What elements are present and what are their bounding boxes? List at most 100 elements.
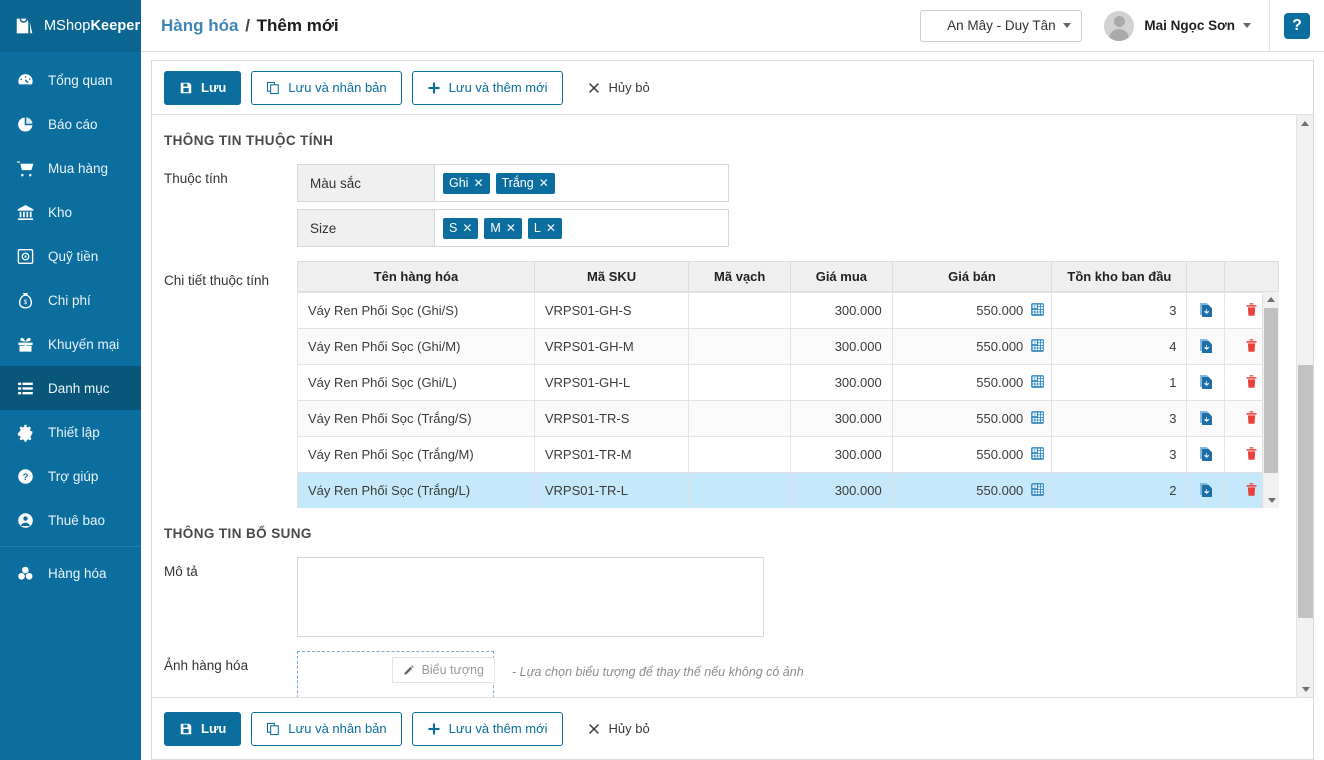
sidebar-item-bao-cao[interactable]: Báo cáo: [0, 102, 141, 146]
tag-remove-icon[interactable]: ✕: [539, 176, 549, 190]
product-image-dropzone[interactable]: Biểu tượng: [297, 651, 495, 697]
calculator-icon[interactable]: $: [1030, 446, 1045, 464]
pie-chart-icon: [14, 113, 36, 135]
breadcrumb-parent-link[interactable]: Hàng hóa: [161, 16, 238, 35]
tag-remove-icon[interactable]: ✕: [473, 176, 483, 190]
document-download-icon[interactable]: [1198, 375, 1214, 392]
sidebar-item-mua-hang[interactable]: Mua hàng: [0, 146, 141, 190]
cancel-button-bottom[interactable]: Hủy bỏ: [573, 712, 664, 746]
cell-detail-action[interactable]: [1186, 400, 1226, 437]
calculator-icon[interactable]: $: [1030, 338, 1045, 356]
cell-detail-action[interactable]: [1186, 328, 1226, 365]
app-window: MShopKeeper Tổng quan Báo cáo Mua hàng K…: [0, 0, 1324, 760]
table-row[interactable]: Váy Ren Phối Sọc (Trắng/S) VRPS01-TR-S 3…: [297, 400, 1279, 437]
page-scroll-up-arrow-icon[interactable]: [1297, 115, 1313, 131]
cancel-button[interactable]: Hủy bỏ: [573, 71, 664, 105]
calculator-icon[interactable]: $: [1030, 482, 1045, 500]
sidebar-item-quy-tien[interactable]: Quỹ tiền: [0, 234, 141, 278]
cell-detail-action[interactable]: [1186, 472, 1226, 508]
page-scrollbar-thumb[interactable]: [1298, 365, 1313, 618]
tag-chip[interactable]: S ✕: [443, 217, 479, 239]
copy-icon: [267, 81, 280, 94]
trash-icon[interactable]: [1244, 410, 1259, 428]
help-button[interactable]: ?: [1284, 12, 1310, 39]
cell-sell-price: 550.000 $: [891, 472, 1053, 508]
sidebar-item-tro-giup[interactable]: ? Trợ giúp: [0, 454, 141, 498]
table-row[interactable]: Váy Ren Phối Sọc (Ghi/M) VRPS01-GH-M 300…: [297, 328, 1279, 365]
document-download-icon[interactable]: [1198, 483, 1214, 500]
page-scroll-down-arrow-icon[interactable]: [1297, 681, 1313, 697]
sidebar-item-thue-bao[interactable]: Thuê bao: [0, 498, 141, 542]
cell-detail-action[interactable]: [1186, 436, 1226, 473]
cell-name: Váy Ren Phối Sọc (Ghi/L): [297, 364, 535, 401]
scroll-down-arrow-icon[interactable]: [1263, 493, 1280, 508]
table-row[interactable]: Váy Ren Phối Sọc (Ghi/S) VRPS01-GH-S 300…: [297, 292, 1279, 329]
table-row[interactable]: Váy Ren Phối Sọc (Trắng/L) VRPS01-TR-L 3…: [297, 472, 1279, 508]
sidebar-item-tong-quan[interactable]: Tổng quan: [0, 58, 141, 102]
document-download-icon[interactable]: [1198, 303, 1214, 320]
document-download-icon[interactable]: [1198, 411, 1214, 428]
tag-remove-icon[interactable]: ✕: [462, 221, 472, 235]
col-header-buy-price: Giá mua: [790, 261, 893, 292]
save-new-button-bottom[interactable]: Lưu và thêm mới: [411, 711, 563, 746]
money-bag-icon: $: [14, 289, 36, 311]
trash-icon[interactable]: [1244, 338, 1259, 356]
sidebar-item-chi-phi[interactable]: $ Chi phí: [0, 278, 141, 322]
table-vertical-scrollbar[interactable]: [1262, 292, 1279, 508]
attribute-values-size[interactable]: S ✕ M ✕ L ✕: [435, 210, 728, 246]
sidebar-item-danh-muc[interactable]: Danh mục: [0, 366, 141, 410]
sidebar-item-thiet-lap[interactable]: Thiết lập: [0, 410, 141, 454]
document-download-icon[interactable]: [1198, 339, 1214, 356]
sidebar-item-label: Thuê bao: [48, 512, 106, 528]
description-input[interactable]: [297, 557, 764, 637]
cell-detail-action[interactable]: [1186, 292, 1226, 329]
trash-icon[interactable]: [1244, 446, 1259, 464]
save-button[interactable]: Lưu: [164, 70, 242, 105]
document-download-icon[interactable]: [1198, 447, 1214, 464]
scroll-up-arrow-icon[interactable]: [1263, 292, 1279, 307]
variant-table-label: Chi tiết thuộc tính: [164, 273, 270, 288]
table-row[interactable]: Váy Ren Phối Sọc (Trắng/M) VRPS01-TR-M 3…: [297, 436, 1279, 473]
save-button-bottom[interactable]: Lưu: [164, 711, 242, 746]
tag-chip[interactable]: L ✕: [527, 217, 562, 239]
calculator-icon[interactable]: $: [1030, 374, 1045, 392]
sidebar-item-hang-hoa[interactable]: Hàng hóa: [0, 551, 141, 595]
attribute-rows: Màu sắc Ghi ✕ Trắng ✕ Size S ✕ M ✕ L ✕: [297, 164, 729, 247]
tag-chip[interactable]: M ✕: [484, 217, 522, 239]
tag-label: S: [449, 221, 458, 235]
form-content: THÔNG TIN THUỘC TÍNH Thuộc tính Màu sắc …: [152, 115, 1289, 697]
calculator-icon[interactable]: $: [1030, 410, 1045, 428]
user-menu[interactable]: Mai Ngọc Sơn: [1104, 10, 1251, 41]
variant-table-row: Chi tiết thuộc tính Tên hàng hóa Mã SKU …: [152, 261, 1289, 508]
store-selector[interactable]: An Mây - Duy Tân: [920, 9, 1083, 42]
shopping-bag-icon: [14, 15, 36, 37]
cell-name: Váy Ren Phối Sọc (Ghi/S): [297, 292, 535, 329]
col-header-detail-action: [1186, 261, 1226, 292]
tag-remove-icon[interactable]: ✕: [506, 221, 516, 235]
cell-sku: VRPS01-TR-S: [533, 400, 690, 437]
tag-chip[interactable]: Trắng ✕: [495, 172, 555, 194]
cell-detail-action[interactable]: [1186, 364, 1226, 401]
save-duplicate-button-bottom[interactable]: Lưu và nhân bản: [251, 711, 402, 746]
calculator-icon[interactable]: $: [1030, 302, 1045, 320]
app-logo[interactable]: MShopKeeper: [0, 0, 141, 52]
cell-stock: 3: [1051, 400, 1188, 437]
sidebar-item-kho[interactable]: Kho: [0, 190, 141, 234]
trash-icon[interactable]: [1244, 482, 1259, 500]
cell-buy-price: 300.000: [790, 292, 893, 329]
tag-chip[interactable]: Ghi ✕: [443, 172, 490, 194]
attribute-values-color[interactable]: Ghi ✕ Trắng ✕: [435, 165, 728, 201]
tag-remove-icon[interactable]: ✕: [546, 221, 556, 235]
table-row[interactable]: Váy Ren Phối Sọc (Ghi/L) VRPS01-GH-L 300…: [297, 364, 1279, 401]
choose-icon-button[interactable]: Biểu tượng: [391, 657, 495, 683]
sidebar-item-khuyen-mai[interactable]: Khuyến mại: [0, 322, 141, 366]
trash-icon[interactable]: [1244, 302, 1259, 320]
page-vertical-scrollbar[interactable]: [1296, 115, 1313, 697]
save-new-button[interactable]: Lưu và thêm mới: [411, 70, 563, 105]
save-duplicate-button[interactable]: Lưu và nhân bản: [251, 70, 402, 105]
breadcrumb: Hàng hóa / Thêm mới: [141, 16, 339, 36]
choose-icon-button-label: Biểu tượng: [421, 663, 484, 677]
trash-icon[interactable]: [1244, 374, 1259, 392]
attribute-field-row: Thuộc tính Màu sắc Ghi ✕ Trắng ✕ Size S …: [152, 164, 1289, 247]
table-scrollbar-thumb[interactable]: [1264, 308, 1278, 473]
